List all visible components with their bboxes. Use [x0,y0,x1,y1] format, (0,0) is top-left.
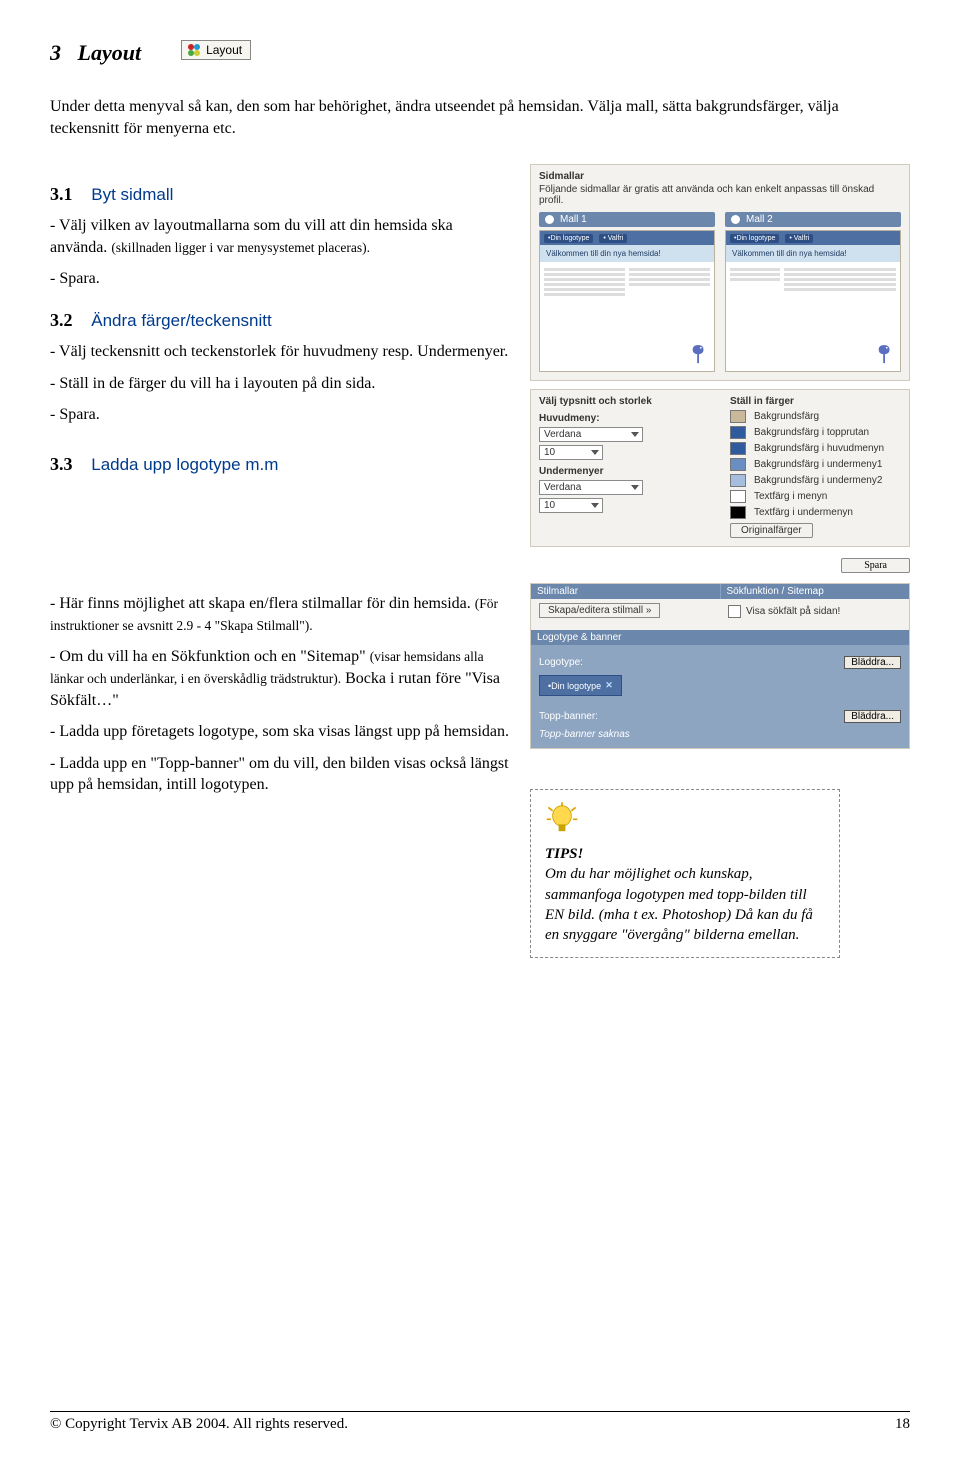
reset-colors-button[interactable]: Originalfärger [730,523,813,538]
tips-body: Om du har möjlighet och kunskap, sammanf… [545,866,813,943]
template-1-preview: •Din logotype• Valfri Välkommen till din… [539,230,715,372]
template-option-2[interactable]: Mall 2 •Din logotype• Valfri Välkommen t… [725,212,901,372]
color-label: Textfärg i undermenyn [754,507,853,518]
show-search-checkbox[interactable] [728,605,741,618]
create-stilmall-button[interactable]: Skapa/editera stilmall » [539,603,660,618]
logotype-preview: •Din logotype ✕ [539,675,622,696]
color-row: Bakgrundsfärg i topprutan [730,426,901,439]
s33-p1: - Här finns möjlighet att skapa en/flera… [50,593,510,636]
undermeny-font-select[interactable]: Verdana [539,480,643,495]
chapter-number: 3 [50,40,61,65]
s32-p2: - Ställ in de färger du vill ha i layout… [50,373,510,395]
section-3-1-heading: 3.1 Byt sidmall [50,184,510,205]
radio-icon [545,215,554,224]
tips-box: TIPS! Om du har möjlighet och kunskap, s… [530,789,840,958]
typo-right-title: Ställ in färger [730,396,901,407]
section-3-2-heading: 3.2 Ändra färger/teckensnitt [50,310,510,331]
color-row: Textfärg i menyn [730,490,901,503]
section-3-3-num: 3.3 [50,454,73,474]
sidmallar-desc: Följande sidmallar är gratis att använda… [539,184,901,206]
chapter-heading-row: 3 Layout Layout [50,40,910,66]
typo-left-title: Välj typsnitt och storlek [539,396,710,407]
undermeny-size-select[interactable]: 10 [539,498,603,513]
page-footer: © Copyright Tervix AB 2004. All rights r… [50,1411,910,1433]
copyright-text: © Copyright Tervix AB 2004. All rights r… [50,1416,348,1433]
color-swatch[interactable] [730,442,746,455]
page-number: 18 [895,1416,910,1433]
color-row: Bakgrundsfärg i undermeny2 [730,474,901,487]
color-swatch[interactable] [730,410,746,423]
browse-topbanner-button[interactable]: Bläddra... [844,710,901,723]
color-label: Bakgrundsfärg [754,411,819,422]
section-3-3-title: Ladda upp logotype m.m [91,455,278,474]
flamingo-icon [876,343,894,367]
palette-icon [186,42,202,58]
s33-p4: - Ladda upp en "Topp-banner" om du vill,… [50,753,510,796]
tips-heading: TIPS! [545,846,583,862]
huvudmeny-font-select[interactable]: Verdana [539,427,643,442]
color-swatch[interactable] [730,506,746,519]
flamingo-icon [690,343,708,367]
template-option-1[interactable]: Mall 1 •Din logotype• Valfri Välkommen t… [539,212,715,372]
typography-panel: Välj typsnitt och storlek Huvudmeny: Ver… [530,389,910,547]
topbanner-label: Topp-banner: [539,711,598,722]
huvudmeny-label: Huvudmeny: [539,413,710,424]
layout-badge: Layout [181,40,251,60]
logotype-label: Logotype: [539,657,583,668]
section-3-1-num: 3.1 [50,184,73,204]
color-label: Bakgrundsfärg i undermeny1 [754,459,882,470]
s33-p3: - Ladda upp företagets logotype, som ska… [50,721,510,743]
s31-p2: - Spara. [50,268,510,290]
template-2-preview: •Din logotype• Valfri Välkommen till din… [725,230,901,372]
topbanner-missing: Topp-banner saknas [539,729,901,740]
color-label: Bakgrundsfärg i huvudmenyn [754,443,884,454]
layout-badge-label: Layout [206,43,242,57]
color-row: Bakgrundsfärg [730,410,901,423]
section-3-1-title: Byt sidmall [91,185,173,204]
section-3-2-num: 3.2 [50,310,73,330]
color-swatch[interactable] [730,490,746,503]
stilmallar-head: Stilmallar [531,584,720,599]
intro-paragraph: Under detta menyval så kan, den som har … [50,96,910,139]
color-label: Bakgrundsfärg i undermeny2 [754,475,882,486]
stilmallar-panel: Stilmallar Sökfunktion / Sitemap Skapa/e… [530,583,910,749]
s33-p2: - Om du vill ha en Sökfunktion och en "S… [50,646,510,711]
color-swatch[interactable] [730,426,746,439]
color-swatch[interactable] [730,474,746,487]
section-3-2-title: Ändra färger/teckensnitt [91,311,271,330]
sidmallar-panel: Sidmallar Följande sidmallar är gratis a… [530,164,910,381]
color-swatch[interactable] [730,458,746,471]
color-label: Bakgrundsfärg i topprutan [754,427,869,438]
lightbulb-icon [545,802,579,840]
color-row: Bakgrundsfärg i huvudmenyn [730,442,901,455]
chapter-heading: 3 Layout [50,40,141,66]
show-search-label: Visa sökfält på sidan! [746,606,840,617]
sidmallar-title: Sidmallar [539,171,901,182]
radio-icon [731,215,740,224]
save-button[interactable]: Spara [841,558,910,573]
color-row: Bakgrundsfärg i undermeny1 [730,458,901,471]
logotype-banner-bar: Logotype & banner [531,630,909,645]
browse-logotype-button[interactable]: Bläddra... [844,656,901,669]
s31-p1: - Välj vilken av layoutmallarna som du v… [50,215,510,258]
remove-logo-icon[interactable]: ✕ [605,680,613,691]
s32-p3: - Spara. [50,404,510,426]
color-label: Textfärg i menyn [754,491,827,502]
undermeny-label: Undermenyer [539,466,710,477]
chapter-title: Layout [78,40,142,65]
sokfunktion-head: Sökfunktion / Sitemap [720,584,910,599]
section-3-3-heading: 3.3 Ladda upp logotype m.m [50,454,510,475]
huvudmeny-size-select[interactable]: 10 [539,445,603,460]
s32-p1: - Välj teckensnitt och teckenstorlek för… [50,341,510,363]
color-row: Textfärg i undermenyn [730,506,901,519]
